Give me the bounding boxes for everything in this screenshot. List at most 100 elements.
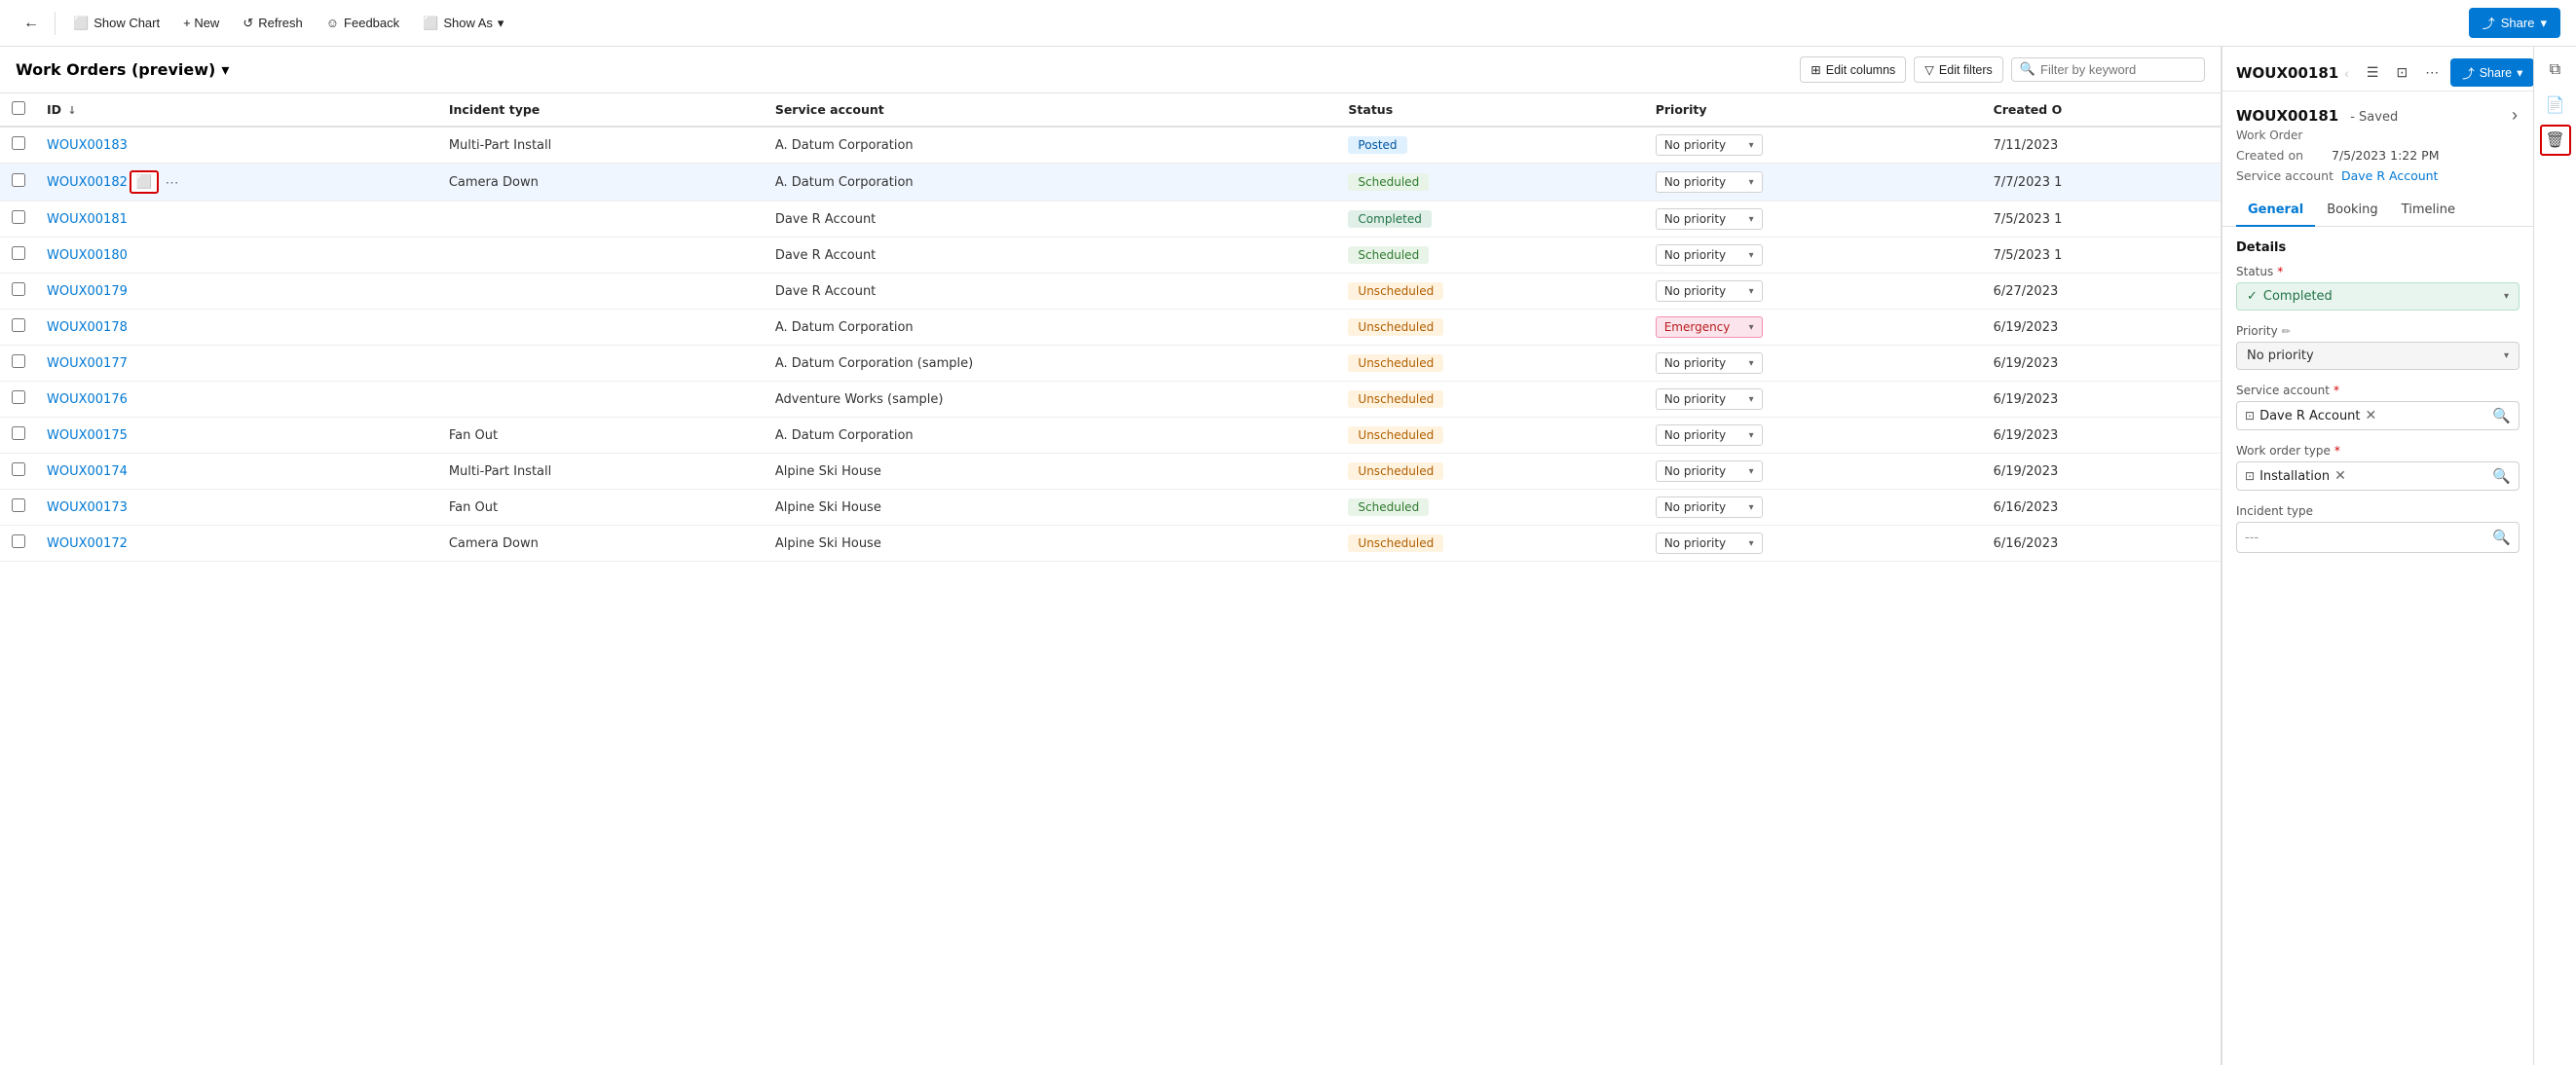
rp-service-account-value[interactable]: Dave R Account: [2341, 168, 2438, 183]
col-priority[interactable]: Priority: [1644, 93, 1982, 127]
row-priority-dropdown[interactable]: No priority▾: [1656, 352, 1763, 374]
row-more-button[interactable]: ⋯: [165, 174, 178, 191]
feedback-button[interactable]: ☺ Feedback: [317, 11, 409, 35]
row-id-link[interactable]: WOUX00173: [47, 500, 128, 515]
row-priority-dropdown[interactable]: No priority▾: [1656, 460, 1763, 482]
id-sort-icon: ↓: [67, 104, 76, 117]
row-priority-dropdown[interactable]: No priority▾: [1656, 532, 1763, 554]
row-checkbox[interactable]: [12, 318, 25, 332]
select-all-checkbox[interactable]: [12, 101, 25, 115]
rp-share-icon: ⤴: [2462, 63, 2475, 82]
row-id-link[interactable]: WOUX00180: [47, 248, 128, 263]
rp-incident-type-dropdown[interactable]: --- 🔍: [2236, 522, 2520, 553]
row-id-link[interactable]: WOUX00178: [47, 320, 128, 335]
priority-label: No priority: [1664, 464, 1726, 478]
col-created[interactable]: Created O: [1982, 93, 2221, 127]
rp-share-button[interactable]: ⤴ Share ▾: [2450, 58, 2533, 87]
row-priority-dropdown[interactable]: No priority▾: [1656, 388, 1763, 410]
filter-input[interactable]: [2040, 62, 2196, 77]
new-button[interactable]: + New: [173, 11, 229, 35]
row-priority-dropdown[interactable]: No priority▾: [1656, 171, 1763, 193]
row-priority-dropdown[interactable]: No priority▾: [1656, 134, 1763, 156]
row-checkbox-cell: [0, 310, 35, 346]
refresh-button[interactable]: ↺ Refresh: [233, 11, 312, 36]
row-status-cell: Unscheduled: [1336, 310, 1643, 346]
row-checkbox[interactable]: [12, 534, 25, 548]
svc-account-required-indicator: *: [2333, 384, 2339, 397]
row-priority-dropdown[interactable]: No priority▾: [1656, 424, 1763, 446]
rp-prev-button[interactable]: ‹: [2338, 61, 2355, 85]
row-created-cell: 6/19/2023: [1982, 454, 2221, 490]
show-as-button[interactable]: ⬜ Show As ▾: [413, 11, 513, 36]
row-id-link[interactable]: WOUX00176: [47, 392, 128, 407]
row-checkbox[interactable]: [12, 426, 25, 440]
rp-priority-dropdown[interactable]: No priority ▾: [2236, 342, 2520, 370]
row-id-link[interactable]: WOUX00174: [47, 464, 128, 479]
status-chevron-icon: ▾: [2504, 291, 2509, 302]
delete-icon: 🗑: [2545, 130, 2564, 150]
row-id-link[interactable]: WOUX00175: [47, 428, 128, 443]
row-priority-dropdown[interactable]: No priority▾: [1656, 244, 1763, 266]
rp-more-btn[interactable]: ⋯: [2419, 60, 2445, 85]
sidebar-copy-button[interactable]: ⧉: [2540, 55, 2571, 86]
row-checkbox[interactable]: [12, 354, 25, 368]
sidebar-edit-button[interactable]: 📄: [2540, 90, 2571, 121]
tab-booking[interactable]: Booking: [2315, 195, 2389, 227]
main-share-button[interactable]: ⤴ Share ▾: [2469, 8, 2560, 38]
row-id-link[interactable]: WOUX00177: [47, 356, 128, 371]
row-checkbox[interactable]: [12, 136, 25, 150]
row-service-account-cell: Alpine Ski House: [764, 454, 1337, 490]
priority-label: No priority: [1664, 175, 1726, 189]
priority-edit-icon: ✏: [2282, 325, 2291, 338]
sidebar-delete-button[interactable]: 🗑: [2540, 125, 2571, 156]
row-checkbox[interactable]: [12, 390, 25, 404]
rp-record-btn[interactable]: ☰: [2361, 60, 2385, 85]
row-checkbox[interactable]: [12, 246, 25, 260]
row-checkbox[interactable]: [12, 498, 25, 512]
row-priority-dropdown[interactable]: No priority▾: [1656, 208, 1763, 230]
refresh-icon: ↺: [243, 16, 253, 31]
row-priority-dropdown[interactable]: Emergency▾: [1656, 316, 1763, 338]
tab-timeline[interactable]: Timeline: [2390, 195, 2467, 227]
col-id[interactable]: ID ↓: [35, 93, 437, 127]
row-checkbox[interactable]: [12, 462, 25, 476]
priority-label: No priority: [1664, 248, 1726, 262]
priority-chevron-icon: ▾: [1749, 322, 1754, 333]
row-service-account-cell: Adventure Works (sample): [764, 382, 1337, 418]
service-account-tag-remove[interactable]: ✕: [2366, 408, 2377, 423]
work-order-type-tag-remove[interactable]: ✕: [2334, 468, 2346, 484]
row-priority-cell: No priority▾: [1644, 346, 1982, 382]
rp-status-dropdown[interactable]: ✓ Completed ▾: [2236, 282, 2520, 311]
row-id-link[interactable]: WOUX00172: [47, 536, 128, 551]
col-incident-type[interactable]: Incident type: [437, 93, 764, 127]
status-badge: Unscheduled: [1348, 390, 1443, 408]
list-title[interactable]: Work Orders (preview) ▾: [16, 60, 229, 79]
row-priority-dropdown[interactable]: No priority▾: [1656, 496, 1763, 518]
show-chart-button[interactable]: ⬜ Show Chart: [63, 11, 169, 36]
rp-resize-btn[interactable]: ⊡: [2390, 60, 2413, 85]
row-id-link[interactable]: WOUX00182: [47, 175, 128, 190]
col-status[interactable]: Status: [1336, 93, 1643, 127]
rp-expand-button[interactable]: ›: [2510, 103, 2520, 128]
tab-general[interactable]: General: [2236, 195, 2315, 227]
row-id-link[interactable]: WOUX00179: [47, 284, 128, 299]
row-checkbox[interactable]: [12, 282, 25, 296]
row-id-link[interactable]: WOUX00183: [47, 138, 128, 153]
row-service-account-cell: A. Datum Corporation: [764, 127, 1337, 164]
edit-filters-button[interactable]: ▽ Edit filters: [1914, 56, 2003, 83]
rp-priority-label: Priority ✏: [2236, 324, 2520, 338]
row-id-link[interactable]: WOUX00181: [47, 212, 128, 227]
row-record-icon-button[interactable]: ⬜: [130, 170, 160, 194]
back-button[interactable]: ←: [16, 10, 47, 37]
edit-columns-button[interactable]: ⊞ Edit columns: [1800, 56, 1906, 83]
row-status-cell: Scheduled: [1336, 238, 1643, 274]
row-checkbox[interactable]: [12, 173, 25, 187]
work-order-type-search-icon[interactable]: 🔍: [2492, 467, 2511, 485]
incident-type-search-icon[interactable]: 🔍: [2492, 529, 2511, 546]
row-priority-dropdown[interactable]: No priority▾: [1656, 280, 1763, 302]
row-checkbox[interactable]: [12, 210, 25, 224]
rp-work-order-type-tag: ⊡ Installation ✕: [2245, 468, 2346, 484]
service-account-search-icon[interactable]: 🔍: [2492, 407, 2511, 424]
col-service-account[interactable]: Service account: [764, 93, 1337, 127]
priority-label: No priority: [1664, 500, 1726, 514]
